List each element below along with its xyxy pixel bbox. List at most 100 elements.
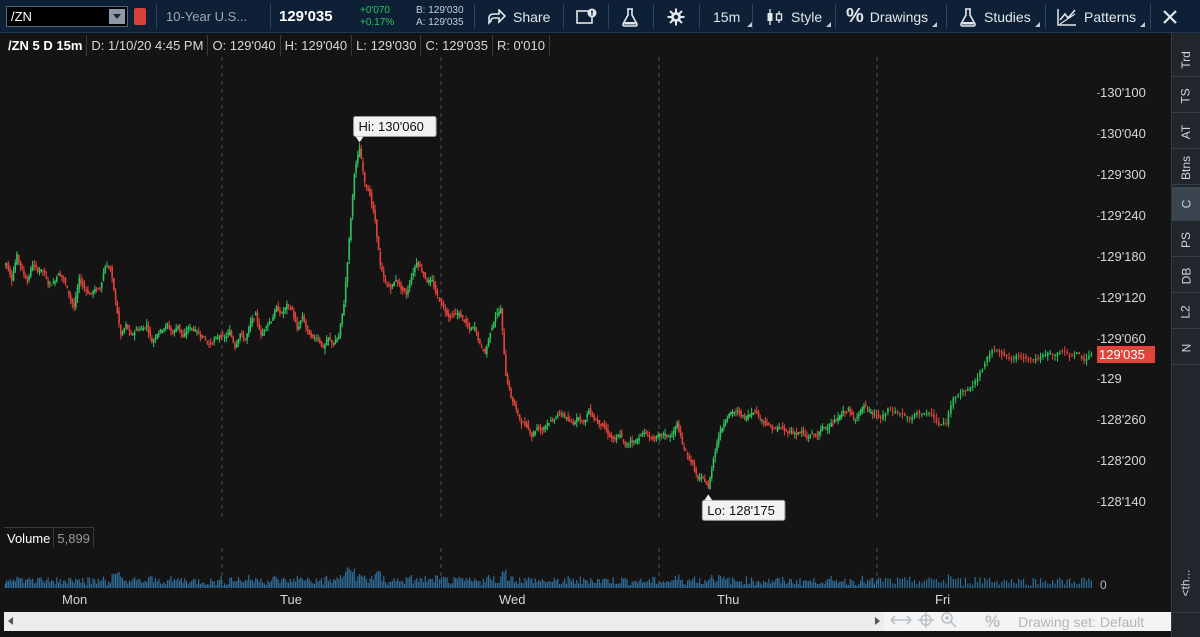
volume-bar [569, 578, 571, 588]
volume-bar [208, 584, 210, 588]
side-tab-th[interactable]: <th... [1172, 553, 1200, 613]
volume-bar [263, 583, 265, 588]
volume-panel[interactable] [4, 548, 1097, 588]
percent-change-value: +0.17% [360, 16, 395, 28]
side-tabs-panel: Trd TS AT Btns C PS DB L2 N <th... [1171, 33, 1200, 637]
price-chart-panel[interactable]: Hi: 130'060 Lo: 128'175 [4, 57, 1097, 521]
price-axis[interactable]: 130'100 130'040 129'300 129'240 129'180 129'1… [1097, 35, 1169, 522]
chart-settings-button[interactable] [667, 0, 692, 33]
zoom-icon[interactable] [940, 611, 957, 632]
volume-bar [101, 580, 103, 588]
volume-chart-svg[interactable] [4, 548, 1097, 588]
candle-body [979, 371, 981, 377]
candle-body [384, 279, 387, 283]
volume-bar [251, 579, 253, 588]
volume-bar [964, 577, 967, 588]
price-chart-svg[interactable]: Hi: 130'060 Lo: 128'175 [4, 57, 1097, 521]
volume-bar [998, 584, 1000, 588]
candle-body [847, 408, 850, 411]
candle-body [463, 319, 466, 322]
volume-bar [487, 575, 490, 588]
volume-bar [417, 581, 419, 588]
symbol-selector[interactable]: /ZN [6, 6, 128, 27]
candle-body [132, 334, 134, 336]
drawing-percent-icon[interactable]: % [985, 612, 1000, 632]
volume-value: 5,899 [54, 527, 94, 548]
volume-bar [955, 579, 957, 588]
side-tab-c[interactable]: C [1172, 187, 1200, 221]
volume-bar [426, 581, 428, 588]
horizontal-scrollbar[interactable] [4, 612, 884, 631]
chevron-down-icon[interactable] [109, 9, 125, 24]
volume-bar [899, 578, 901, 588]
candle-body [709, 477, 711, 490]
candle-body [1088, 355, 1090, 359]
volume-bar [230, 577, 233, 588]
side-tab-at[interactable]: AT [1172, 115, 1200, 149]
share-button[interactable]: Share [487, 0, 550, 33]
thinkscript-lab-button[interactable] [621, 0, 646, 33]
candle-body [515, 404, 518, 410]
candle-body [851, 412, 853, 416]
scroll-left-icon[interactable] [8, 617, 13, 625]
candle-body [40, 268, 42, 272]
candle-body [301, 316, 304, 320]
side-tab-n[interactable]: N [1172, 331, 1200, 365]
volume-bar [792, 583, 794, 588]
candle-body [166, 324, 169, 326]
drawings-button[interactable]: % Drawings [846, 0, 938, 33]
time-axis[interactable]: Mon Tue Wed Thu Fri [4, 590, 1170, 610]
patterns-button[interactable]: Patterns [1057, 0, 1146, 33]
candle-body [562, 414, 564, 416]
candle-body [981, 369, 984, 372]
volume-bar [943, 579, 945, 588]
candle-body [360, 148, 363, 159]
volume-bar [431, 578, 433, 588]
volume-bar [633, 581, 635, 588]
volume-bar [303, 581, 305, 588]
side-tab-btns[interactable]: Btns [1172, 151, 1200, 185]
candle-body [35, 264, 37, 268]
crosshair-icon[interactable] [918, 611, 934, 632]
candle-body [322, 346, 325, 348]
candle-body [607, 429, 609, 435]
volume-bar [517, 583, 519, 588]
pan-icon[interactable] [890, 613, 912, 630]
candle-body [434, 284, 437, 293]
candle-body [113, 278, 115, 291]
candle-body [543, 427, 545, 430]
symbol-link-flag-icon[interactable] [134, 8, 146, 25]
close-icon[interactable] [1162, 0, 1178, 33]
candle-body [648, 435, 651, 437]
candle-body [171, 332, 174, 334]
volume-bar [728, 577, 730, 588]
side-tab-db[interactable]: DB [1172, 259, 1200, 293]
timeframe-button[interactable]: 15m [713, 0, 753, 33]
candle-body [144, 327, 146, 329]
candle-body [503, 332, 505, 355]
style-button[interactable]: Style [766, 0, 832, 33]
side-tab-ps[interactable]: PS [1172, 223, 1200, 257]
flexible-grid-button[interactable] [576, 0, 605, 33]
candle-body [518, 414, 521, 420]
candle-body [446, 309, 448, 315]
candle-body [894, 411, 896, 413]
scroll-right-icon[interactable] [875, 617, 880, 625]
studies-button[interactable]: Studies [959, 0, 1040, 33]
volume-bar [913, 579, 916, 588]
volume-bar [1018, 579, 1020, 588]
volume-bar [168, 579, 170, 588]
side-tab-label: L2 [1178, 304, 1193, 319]
drawing-set-label[interactable]: Drawing set: Default [1018, 614, 1144, 630]
side-tab-ts[interactable]: TS [1172, 79, 1200, 113]
volume-bar [557, 578, 559, 588]
candle-body [275, 306, 278, 312]
volume-bar [996, 580, 998, 588]
candle-body [1044, 354, 1047, 356]
side-tab-l2[interactable]: L2 [1172, 295, 1200, 329]
side-tab-trd[interactable]: Trd [1172, 43, 1200, 77]
candle-body [151, 338, 153, 343]
volume-bar [277, 579, 279, 588]
hi-annotation: Hi: 130'060 [353, 115, 437, 143]
volume-bar [364, 575, 366, 588]
